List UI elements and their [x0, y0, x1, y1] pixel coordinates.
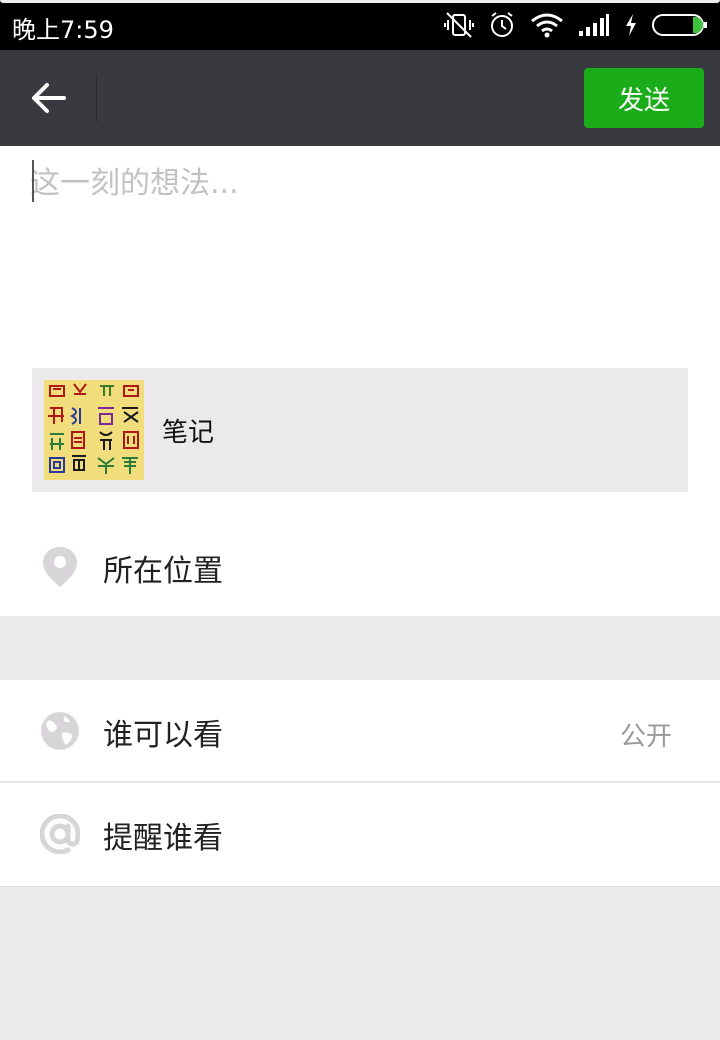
- remind-row[interactable]: 提醒谁看: [0, 783, 720, 887]
- globe-icon: [40, 710, 80, 752]
- compose-area: 笔记: [0, 146, 720, 516]
- shared-link-card[interactable]: 笔记: [32, 368, 688, 492]
- nav-divider: [96, 74, 97, 122]
- location-pin-icon: [40, 546, 80, 588]
- status-time: 晚上7:59: [12, 16, 114, 44]
- wifi-icon: [531, 13, 563, 38]
- remind-label: 提醒谁看: [103, 821, 223, 856]
- alarm-icon: [491, 12, 513, 37]
- signal-icon: [579, 14, 609, 36]
- back-button[interactable]: [20, 70, 78, 126]
- moment-text-input[interactable]: [30, 158, 690, 358]
- visibility-row[interactable]: 谁可以看 公开: [0, 680, 720, 782]
- seal-script-glyphs: [44, 380, 144, 480]
- charging-icon: [626, 14, 636, 36]
- status-top-edge: [0, 0, 720, 3]
- vibrate-off-icon: [444, 12, 474, 38]
- nav-bar: 发送: [0, 50, 720, 146]
- location-row[interactable]: 所在位置: [0, 516, 720, 616]
- battery-icon: [652, 14, 707, 36]
- text-caret: [32, 160, 34, 202]
- visibility-value: 公开: [619, 722, 672, 752]
- shared-link-title: 笔记: [162, 418, 215, 448]
- calligraphy-seal-thumbnail: [44, 380, 144, 480]
- location-label: 所在位置: [103, 554, 223, 589]
- visibility-label: 谁可以看: [103, 718, 223, 753]
- status-icons: [444, 10, 708, 40]
- status-bar: 晚上7:59: [0, 0, 720, 50]
- at-icon: [40, 813, 80, 855]
- send-button[interactable]: 发送: [584, 68, 704, 128]
- arrow-left-icon: [32, 83, 66, 113]
